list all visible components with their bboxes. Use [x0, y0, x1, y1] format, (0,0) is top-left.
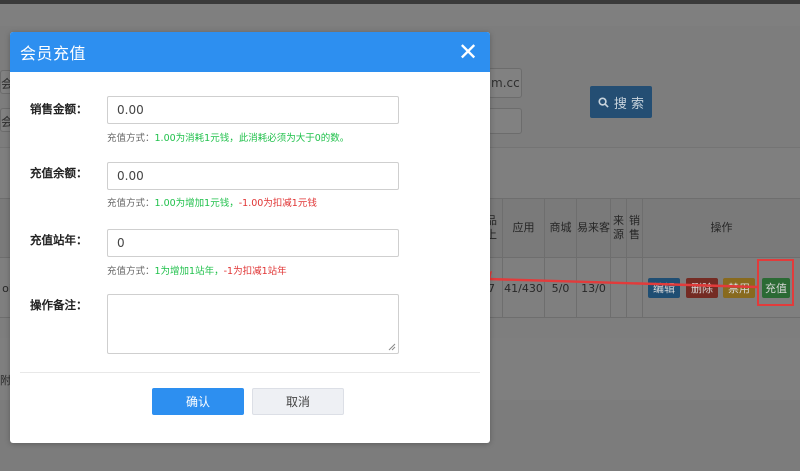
confirm-button[interactable]: 确认: [152, 388, 244, 415]
search-button[interactable]: 搜 索: [590, 86, 652, 118]
col-header-mall: 商城: [544, 198, 576, 258]
top-bar: [0, 0, 800, 4]
dialog-title: 会员充值: [20, 44, 87, 63]
hint-green-text: 1.00为增加1元钱，: [154, 198, 239, 209]
bg-input-second[interactable]: [488, 108, 522, 134]
recharge-balance-hint: 充值方式：1.00为增加1元钱，-1.00为扣减1元钱: [107, 195, 317, 209]
hint-green-text: 1.00为消耗1元钱，此消耗必须为大于0的数。: [154, 133, 350, 144]
hint-red-text: -1.00为扣减1元钱: [238, 198, 317, 209]
highlight-box: [757, 259, 794, 306]
close-icon[interactable]: ✕: [456, 40, 480, 64]
search-button-label: 搜 索: [613, 96, 645, 112]
recharge-balance-input[interactable]: [107, 162, 399, 190]
col-header-actions: 操作: [642, 198, 800, 258]
field-recharge-site-year-label: 充值站年：: [30, 233, 88, 247]
field-sales-amount-label: 销售金额：: [30, 102, 88, 116]
sales-amount-input[interactable]: [107, 96, 399, 124]
col-header-sales: 销售: [626, 198, 642, 258]
recharge-site-year-hint: 充值方式：1为增加1站年，-1为扣减1站年: [107, 263, 287, 277]
recharge-dialog: 会员充值 ✕ 销售金额： 充值方式：1.00为消耗1元钱，此消耗必须为大于0的数…: [10, 32, 490, 443]
pointer-arrow-icon: [472, 271, 758, 289]
dialog-divider: [20, 372, 480, 373]
remark-textarea[interactable]: [107, 294, 399, 354]
search-icon: [598, 96, 609, 108]
field-recharge-balance-label: 充值余额：: [30, 166, 88, 180]
hint-green-text: 1为增加1站年，: [154, 266, 224, 277]
col-header-source: 来源: [610, 198, 626, 258]
hint-prefix: 充值方式：: [107, 266, 155, 277]
hint-prefix: 充值方式：: [107, 198, 155, 209]
bg-input-domain[interactable]: m.cc: [488, 68, 522, 98]
dialog-header: 会员充值 ✕: [10, 32, 490, 72]
col-header-app: 应用: [502, 198, 544, 258]
field-remark-label: 操作备注：: [30, 298, 88, 312]
sales-amount-hint: 充值方式：1.00为消耗1元钱，此消耗必须为大于0的数。: [107, 130, 349, 144]
cancel-button[interactable]: 取消: [252, 388, 344, 415]
hint-red-text: -1为扣减1站年: [223, 266, 287, 277]
col-header-yilaike: 易来客: [576, 198, 610, 258]
recharge-site-year-input[interactable]: [107, 229, 399, 257]
hint-prefix: 充值方式：: [107, 133, 155, 144]
resize-grip-icon[interactable]: [388, 343, 396, 351]
